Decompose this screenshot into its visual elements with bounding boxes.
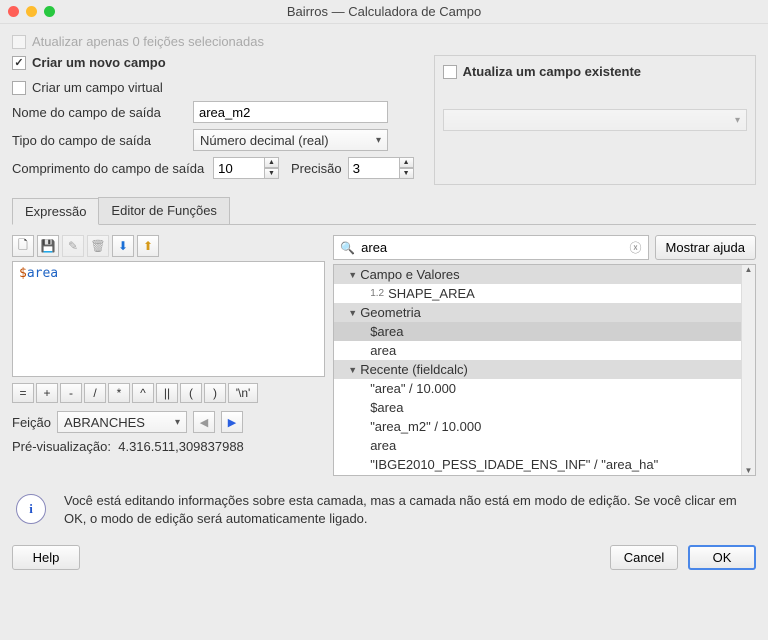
cancel-button[interactable]: Cancel	[610, 545, 678, 570]
expression-editor[interactable]: $area	[12, 261, 325, 377]
label-feature: Feição	[12, 415, 51, 430]
tool-edit: ✎	[62, 235, 84, 257]
op-plus[interactable]: +	[36, 383, 58, 403]
functions-tree[interactable]: ▼Campo e Valores 1.2SHAPE_AREA ▼Geometri…	[334, 265, 741, 475]
op-pow[interactable]: ^	[132, 383, 154, 403]
label-output-length: Comprimento do campo de saída	[12, 161, 207, 176]
tool-save[interactable]: 💾	[37, 235, 59, 257]
select-existing-field	[443, 109, 747, 131]
help-button[interactable]: Help	[12, 545, 80, 570]
label-update-existing: Atualiza um campo existente	[463, 64, 641, 79]
tool-delete: 🗑	[87, 235, 109, 257]
label-preview: Pré-visualização:	[12, 439, 111, 454]
minimize-window[interactable]	[26, 6, 37, 17]
title-bar: Bairros — Calculadora de Campo	[0, 0, 768, 24]
input-output-length[interactable]	[213, 157, 265, 179]
tree-item-selected[interactable]: $area	[334, 322, 741, 341]
op-concat[interactable]: ||	[156, 383, 178, 403]
op-newline[interactable]: '\n'	[228, 383, 258, 403]
tree-item[interactable]: area	[334, 341, 741, 360]
zoom-window[interactable]	[44, 6, 55, 17]
tree-item[interactable]: "area" / 10000	[334, 474, 741, 475]
tree-item[interactable]: "area_m2" / 10.000	[334, 417, 741, 436]
len-up[interactable]: ▲	[264, 157, 279, 168]
op-minus[interactable]: -	[60, 383, 82, 403]
close-window[interactable]	[8, 6, 19, 17]
tab-function-editor[interactable]: Editor de Funções	[98, 197, 230, 224]
clear-search-icon[interactable]: ⓧ	[630, 239, 642, 256]
prev-feature-button[interactable]: ◀	[193, 411, 215, 433]
label-output-type: Tipo do campo de saída	[12, 133, 187, 148]
show-help-button[interactable]: Mostrar ajuda	[655, 235, 756, 260]
tree-item[interactable]: 1.2SHAPE_AREA	[334, 284, 741, 303]
window-title: Bairros — Calculadora de Campo	[287, 4, 481, 19]
search-input[interactable]	[361, 240, 629, 255]
preview-value: 4.316.511,309837988	[118, 439, 244, 454]
op-eq[interactable]: =	[12, 383, 34, 403]
tree-item[interactable]: "area" / 10.000	[334, 379, 741, 398]
label-create-virtual: Criar um campo virtual	[32, 80, 163, 95]
op-div[interactable]: /	[84, 383, 106, 403]
search-input-wrap: 🔍 ⓧ	[333, 235, 648, 260]
op-mul[interactable]: *	[108, 383, 130, 403]
len-down[interactable]: ▼	[264, 168, 279, 179]
info-icon: i	[16, 494, 46, 524]
label-create-new-field: Criar um novo campo	[32, 55, 166, 70]
ok-button[interactable]: OK	[688, 545, 756, 570]
prec-down[interactable]: ▼	[399, 168, 414, 179]
info-message: Você está editando informações sobre est…	[64, 492, 756, 527]
prec-up[interactable]: ▲	[399, 157, 414, 168]
tool-import[interactable]: ⬇	[112, 235, 134, 257]
checkbox-create-virtual[interactable]	[12, 81, 26, 95]
label-precision: Precisão	[291, 161, 342, 176]
next-feature-button[interactable]: ▶	[221, 411, 243, 433]
tree-item[interactable]: area	[334, 436, 741, 455]
checkbox-create-new-field[interactable]	[12, 56, 26, 70]
checkbox-update-selected	[12, 35, 26, 49]
input-precision[interactable]	[348, 157, 400, 179]
op-lparen[interactable]: (	[180, 383, 202, 403]
tool-export[interactable]: ⬆	[137, 235, 159, 257]
op-rparen[interactable]: )	[204, 383, 226, 403]
tab-expression[interactable]: Expressão	[12, 198, 99, 225]
checkbox-update-existing[interactable]	[443, 65, 457, 79]
search-icon: 🔍	[340, 241, 355, 255]
select-output-type[interactable]: Número decimal (real)	[193, 129, 388, 151]
tree-scrollbar[interactable]: ▲▼	[741, 265, 755, 475]
label-output-name: Nome do campo de saída	[12, 105, 187, 120]
tool-new[interactable]: 🗋	[12, 235, 34, 257]
label-update-selected: Atualizar apenas 0 feições selecionadas	[32, 34, 264, 49]
tree-item[interactable]: "IBGE2010_PESS_IDADE_ENS_INF" / "area_ha…	[334, 455, 741, 474]
select-feature[interactable]: ABRANCHES	[57, 411, 187, 433]
input-output-name[interactable]	[193, 101, 388, 123]
tree-item[interactable]: $area	[334, 398, 741, 417]
